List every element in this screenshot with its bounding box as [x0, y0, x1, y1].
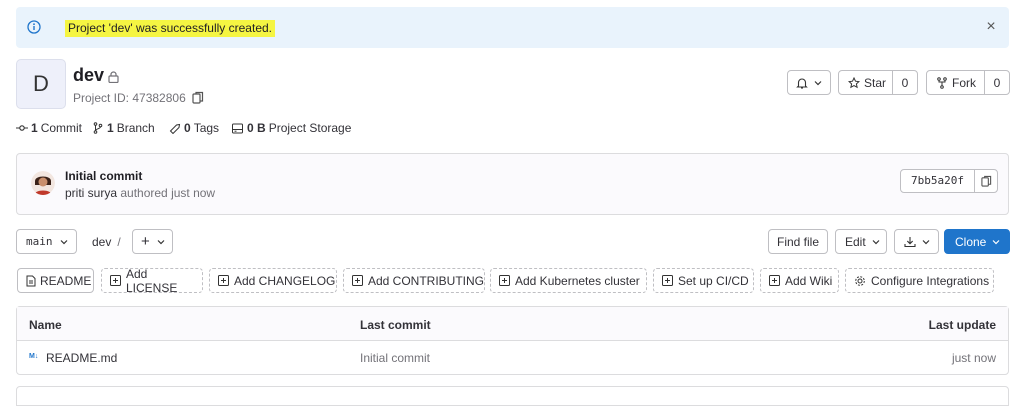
- commits-label: Commit: [40, 121, 83, 135]
- notification-button[interactable]: [787, 70, 831, 95]
- plus-square-icon: [218, 275, 229, 286]
- info-icon: [27, 20, 41, 34]
- chevron-down-icon: [992, 239, 1000, 245]
- readme-button[interactable]: README: [17, 268, 94, 293]
- storage-stat[interactable]: 0 B Project Storage: [232, 121, 351, 135]
- commits-count: 1: [31, 121, 38, 135]
- user-avatar[interactable]: [31, 171, 55, 195]
- markdown-file-icon: M↓: [29, 353, 39, 360]
- success-alert: Project 'dev' was successfully created. …: [16, 7, 1009, 48]
- fork-button[interactable]: Fork: [926, 70, 985, 95]
- copy-sha-button[interactable]: [974, 169, 998, 193]
- clone-label: Clone: [955, 234, 987, 249]
- add-license-label: Add LICENSE: [126, 266, 178, 295]
- breadcrumb: dev /: [92, 235, 121, 249]
- table-row[interactable]: M↓ README.md Initial commit just now: [17, 341, 1008, 374]
- branches-label: Branch: [116, 121, 155, 135]
- file-last-commit[interactable]: Initial commit: [360, 351, 430, 365]
- alert-message: Project 'dev' was successfully created.: [65, 20, 275, 37]
- bell-icon: [796, 77, 808, 89]
- header-last-update: Last update: [928, 318, 996, 332]
- header-last-commit: Last commit: [360, 318, 431, 332]
- download-icon: [904, 236, 916, 248]
- file-table: Name Last commit Last update M↓ README.m…: [16, 306, 1009, 375]
- readme-panel: [16, 386, 1009, 406]
- configure-integrations-label: Configure Integrations: [871, 273, 990, 288]
- commit-icon: [16, 123, 28, 133]
- add-kubernetes-label: Add Kubernetes cluster: [515, 273, 640, 288]
- setup-cicd-label: Set up CI/CD: [678, 273, 749, 288]
- add-license-button[interactable]: Add LICENSE: [101, 266, 203, 295]
- fork-icon: [936, 76, 948, 89]
- project-avatar: D: [16, 59, 66, 109]
- star-label: Star: [864, 75, 887, 90]
- star-icon: [848, 76, 860, 89]
- tags-label: Tags: [193, 121, 220, 135]
- file-icon: [26, 275, 36, 287]
- branch-name: main: [26, 235, 53, 248]
- edit-button[interactable]: Edit: [835, 229, 887, 254]
- file-name[interactable]: README.md: [46, 351, 117, 365]
- storage-count: 0 B: [247, 121, 266, 135]
- tag-icon: [169, 122, 181, 134]
- add-wiki-button[interactable]: Add Wiki: [760, 268, 839, 293]
- add-changelog-button[interactable]: Add CHANGELOG: [209, 268, 337, 293]
- gear-icon: [854, 275, 866, 287]
- header-name: Name: [29, 318, 62, 332]
- last-commit-panel: Initial commit priti surya authored just…: [16, 153, 1009, 215]
- plus-square-icon: [352, 275, 363, 286]
- chevron-down-icon: [872, 239, 880, 245]
- chevron-down-icon: [60, 239, 68, 245]
- commits-stat[interactable]: 1 Commit: [16, 121, 82, 135]
- table-header: Name Last commit Last update: [17, 307, 1008, 341]
- plus-icon: +: [141, 233, 150, 250]
- commit-title[interactable]: Initial commit: [65, 169, 142, 183]
- add-contributing-button[interactable]: Add CONTRIBUTING: [343, 268, 485, 293]
- storage-icon: [232, 123, 243, 134]
- branch-selector[interactable]: main: [16, 229, 77, 254]
- plus-square-icon: [769, 275, 780, 286]
- add-changelog-label: Add CHANGELOG: [234, 273, 336, 288]
- copy-icon: [980, 175, 992, 188]
- breadcrumb-project[interactable]: dev: [92, 235, 111, 249]
- commit-action: authored just now: [120, 186, 216, 200]
- edit-label: Edit: [845, 234, 866, 249]
- star-button[interactable]: Star: [838, 70, 893, 95]
- branches-count: 1: [107, 121, 114, 135]
- plus-square-icon: [110, 275, 121, 286]
- star-count[interactable]: 0: [892, 70, 918, 95]
- chevron-down-icon: [814, 80, 822, 86]
- branches-stat[interactable]: 1 Branch: [93, 121, 155, 135]
- fork-label: Fork: [952, 75, 976, 90]
- configure-integrations-button[interactable]: Configure Integrations: [845, 268, 994, 293]
- chevron-down-icon: [922, 239, 930, 245]
- close-icon[interactable]: ×: [981, 17, 1001, 37]
- readme-label: README: [40, 273, 92, 288]
- plus-square-icon: [499, 275, 510, 286]
- add-contributing-label: Add CONTRIBUTING: [368, 273, 485, 288]
- add-wiki-label: Add Wiki: [785, 273, 833, 288]
- project-id: Project ID: 47382806: [73, 91, 186, 105]
- plus-square-icon: [662, 275, 673, 286]
- add-kubernetes-button[interactable]: Add Kubernetes cluster: [490, 268, 647, 293]
- project-name: dev: [73, 65, 105, 85]
- breadcrumb-separator: /: [117, 235, 121, 249]
- tags-count: 0: [184, 121, 191, 135]
- find-file-button[interactable]: Find file: [768, 229, 828, 254]
- chevron-down-icon: [157, 239, 165, 245]
- tags-stat[interactable]: 0 Tags: [169, 121, 219, 135]
- clone-button[interactable]: Clone: [944, 229, 1010, 254]
- add-to-tree-button[interactable]: +: [132, 229, 173, 254]
- commit-author[interactable]: priti surya: [65, 186, 117, 200]
- download-button[interactable]: [894, 229, 939, 254]
- copy-icon[interactable]: [192, 91, 204, 105]
- lock-icon: [108, 71, 119, 83]
- commit-meta: priti surya authored just now: [65, 186, 215, 200]
- branch-icon: [93, 122, 103, 134]
- setup-cicd-button[interactable]: Set up CI/CD: [653, 268, 754, 293]
- fork-count[interactable]: 0: [984, 70, 1010, 95]
- commit-sha[interactable]: 7bb5a20f: [900, 169, 975, 193]
- storage-label: Project Storage: [268, 121, 352, 135]
- file-last-update: just now: [951, 351, 996, 365]
